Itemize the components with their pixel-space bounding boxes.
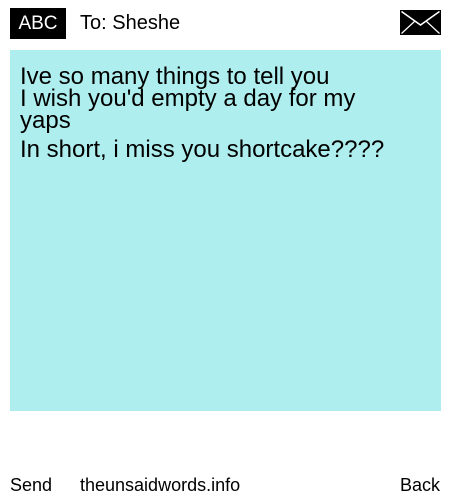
- envelope-icon[interactable]: [400, 10, 441, 35]
- send-button[interactable]: Send: [10, 473, 52, 497]
- recipient-label: To: Sheshe: [80, 12, 181, 34]
- site-link[interactable]: theunsaidwords.info: [80, 473, 240, 497]
- abc-badge[interactable]: ABC: [10, 8, 66, 39]
- message-line: I wish you'd empty a day for my: [20, 85, 356, 112]
- message-line: In short, i miss you shortcake????: [20, 136, 385, 163]
- back-button[interactable]: Back: [400, 473, 440, 497]
- message-body[interactable]: Ive so many things to tell you I wish yo…: [10, 50, 441, 411]
- message-line: Ive so many things to tell you: [20, 63, 330, 90]
- footer-bar: Send theunsaidwords.info Back: [0, 470, 450, 500]
- message-text: Ive so many things to tell you I wish yo…: [20, 62, 420, 164]
- header-bar: ABC To: Sheshe: [0, 0, 450, 46]
